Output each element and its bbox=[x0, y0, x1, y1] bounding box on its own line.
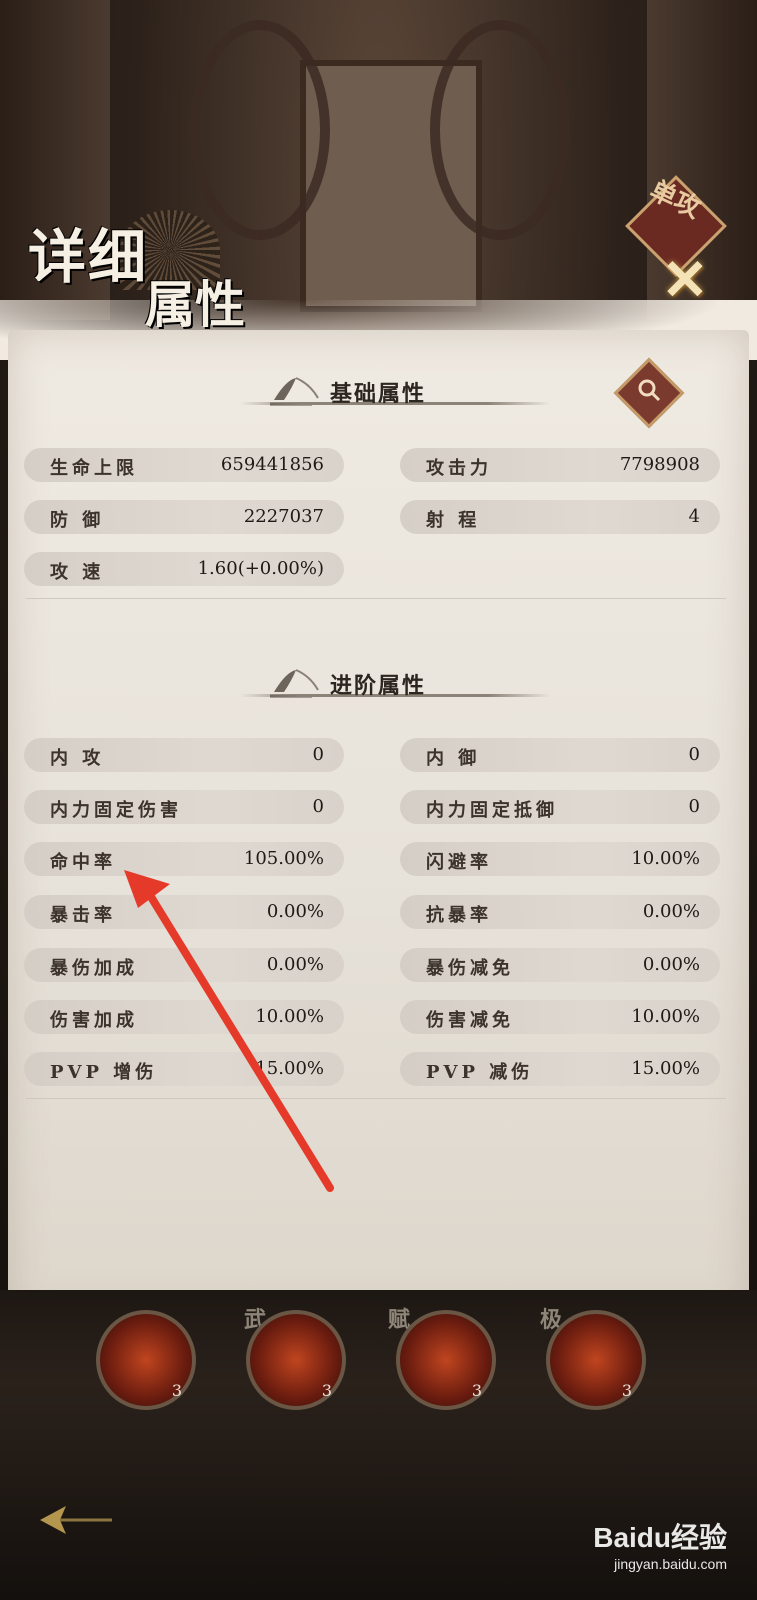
watermark: Baidu经验 jingyan.baidu.com bbox=[593, 1516, 727, 1572]
watermark-brand: Baidu经验 bbox=[593, 1522, 727, 1553]
skill-level: 3 bbox=[321, 1381, 332, 1400]
skill-level: 3 bbox=[171, 1381, 182, 1400]
skill-level: 3 bbox=[471, 1381, 482, 1400]
skill-level: 3 bbox=[621, 1381, 632, 1400]
watermark-url: jingyan.baidu.com bbox=[614, 1556, 727, 1572]
skill-slot[interactable]: 3 bbox=[246, 1310, 346, 1410]
back-arrow-icon[interactable] bbox=[36, 1500, 116, 1540]
skill-slot[interactable]: 3 bbox=[546, 1310, 646, 1410]
skill-slot[interactable]: 3 bbox=[96, 1310, 196, 1410]
skill-slot[interactable]: 3 bbox=[396, 1310, 496, 1410]
